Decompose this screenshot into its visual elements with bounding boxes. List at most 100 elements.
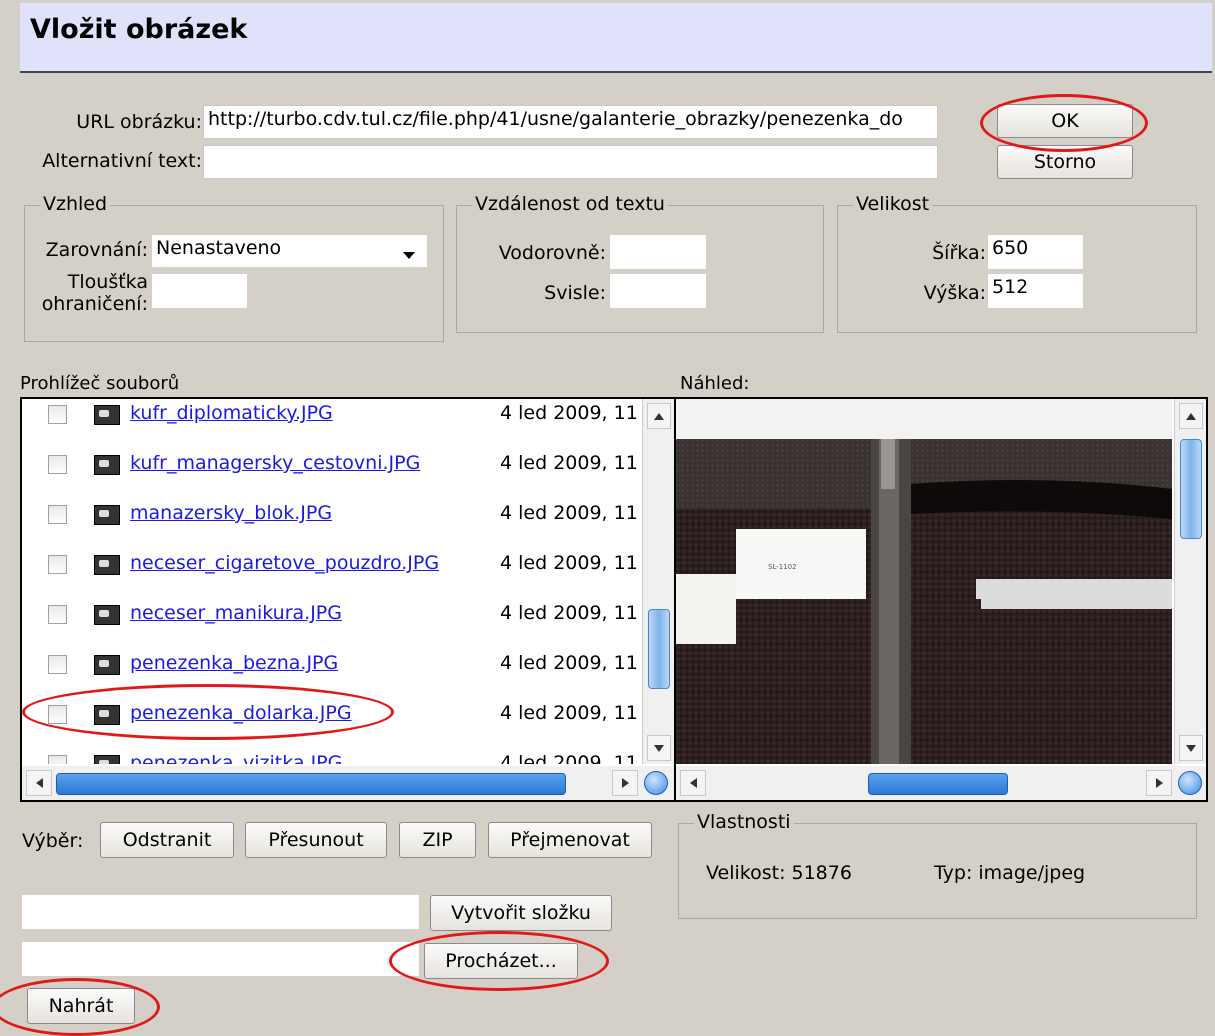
file-checkbox[interactable] (48, 655, 67, 674)
file-list-hscroll-thumb[interactable] (56, 773, 566, 795)
alt-text-input[interactable] (203, 145, 938, 179)
file-row[interactable]: kufr_managersky_cestovni.JPG 4 led 2009, … (22, 435, 642, 485)
image-file-icon (94, 605, 120, 625)
delete-button[interactable]: Odstranit (100, 822, 234, 858)
preview-horizontal-scrollbar[interactable] (676, 766, 1206, 800)
file-row[interactable]: penezenka_vizitka.JPG 4 led 2009, 11 (22, 735, 642, 764)
preview-label: Náhled: (680, 373, 750, 394)
image-file-icon (94, 505, 120, 525)
file-name-link[interactable]: neceser_manikura.JPG (130, 602, 342, 624)
border-thickness-label-line1: Tloušťka (67, 271, 148, 293)
file-size-text: Velikost: 51876 (706, 862, 852, 884)
preview-panel: SL-1102 (674, 397, 1208, 802)
file-name-link[interactable]: manazersky_blok.JPG (130, 502, 332, 524)
preview-scroll-left-arrow-icon[interactable] (680, 770, 706, 796)
properties-legend: Vlastnosti (694, 811, 794, 833)
height-label: Výška: (923, 282, 986, 304)
file-checkbox[interactable] (48, 755, 67, 764)
file-type-text: Typ: image/jpeg (934, 862, 1086, 884)
create-folder-button[interactable]: Vytvořit složku (430, 895, 612, 931)
file-browser-panel: kufr_diplomaticky.JPG 4 led 2009, 11 kufr_… (20, 397, 676, 802)
file-row[interactable]: manazersky_blok.JPG 4 led 2009, 11 (22, 485, 642, 535)
image-file-icon (94, 555, 120, 575)
width-input[interactable]: 650 (988, 235, 1083, 269)
file-row[interactable]: kufr_diplomaticky.JPG 4 led 2009, 11 (22, 399, 642, 435)
horizontal-spacing-input[interactable] (610, 235, 706, 269)
ok-button[interactable]: OK (997, 104, 1133, 138)
preview-scroll-up-arrow-icon[interactable] (1179, 403, 1203, 429)
upload-file-input[interactable] (22, 942, 419, 976)
file-name-link[interactable]: penezenka_dolarka.JPG (130, 702, 352, 724)
preview-hscroll-thumb[interactable] (868, 773, 1008, 795)
file-name-link[interactable]: kufr_managersky_cestovni.JPG (130, 452, 420, 474)
scroll-left-arrow-icon[interactable] (26, 770, 52, 796)
preview-vertical-scrollbar[interactable] (1174, 399, 1206, 764)
dialog-title: Vložit obrázek (30, 14, 248, 45)
file-name-link[interactable]: penezenka_vizitka.JPG (130, 752, 342, 764)
vertical-spacing-label: Svisle: (544, 282, 606, 304)
vertical-spacing-input[interactable] (610, 274, 706, 308)
border-thickness-label: Tloušťka ohraničení: (26, 271, 148, 315)
new-folder-input[interactable] (22, 895, 419, 929)
file-checkbox[interactable] (48, 455, 67, 474)
scroll-corner-icon (644, 771, 668, 795)
file-checkbox[interactable] (48, 605, 67, 624)
file-date: 4 led 2009, 11 (500, 402, 638, 424)
file-browser-label: Prohlížeč souborů (20, 373, 180, 394)
align-select[interactable]: Nenastaveno (152, 235, 427, 267)
file-name-link[interactable]: kufr_diplomaticky.JPG (130, 402, 333, 424)
file-row[interactable]: neceser_cigaretove_pouzdro.JPG 4 led 2009… (22, 535, 642, 585)
scroll-down-arrow-icon[interactable] (647, 735, 671, 761)
file-row[interactable]: penezenka_bezna.JPG 4 led 2009, 11 (22, 635, 642, 685)
url-input[interactable]: http://turbo.cdv.tul.cz/file.php/41/usne… (203, 105, 938, 139)
align-select-value: Nenastaveno (156, 237, 282, 259)
wallet-preview-image: SL-1102 (676, 399, 1172, 764)
file-list: kufr_diplomaticky.JPG 4 led 2009, 11 kufr_… (22, 399, 642, 764)
preview-scroll-down-arrow-icon[interactable] (1179, 735, 1203, 761)
border-thickness-input[interactable] (152, 274, 247, 308)
file-checkbox[interactable] (48, 555, 67, 574)
file-date: 4 led 2009, 11 (500, 502, 638, 524)
file-date: 4 led 2009, 11 (500, 752, 638, 764)
image-file-icon (94, 655, 120, 675)
selection-label: Výběr: (22, 830, 84, 852)
image-file-icon (94, 405, 120, 425)
border-thickness-label-line2: ohraničení: (41, 293, 148, 315)
move-button[interactable]: Přesunout (245, 822, 387, 858)
file-list-vertical-scrollbar[interactable] (642, 399, 674, 764)
image-file-icon (94, 755, 120, 764)
file-checkbox[interactable] (48, 505, 67, 524)
file-list-horizontal-scrollbar[interactable] (22, 766, 674, 800)
url-label: URL obrázku: (76, 111, 202, 133)
browse-button[interactable]: Procházet... (424, 943, 578, 979)
size-group (837, 205, 1197, 333)
align-label: Zarovnání: (45, 239, 148, 261)
preview-scroll-thumb[interactable] (1180, 439, 1202, 539)
file-row[interactable]: penezenka_dolarka.JPG 4 led 2009, 11 (22, 685, 642, 735)
appearance-legend: Vzhled (40, 193, 111, 215)
file-checkbox[interactable] (48, 705, 67, 724)
file-date: 4 led 2009, 11 (500, 702, 638, 724)
spacing-legend: Vzdálenost od textu (472, 193, 668, 215)
scroll-right-arrow-icon[interactable] (612, 770, 638, 796)
file-checkbox[interactable] (48, 405, 67, 424)
file-name-link[interactable]: neceser_cigaretove_pouzdro.JPG (130, 552, 439, 574)
image-file-icon (94, 455, 120, 475)
file-date: 4 led 2009, 11 (500, 552, 638, 574)
alt-text-label: Alternativní text: (42, 150, 202, 172)
chevron-down-icon[interactable] (403, 252, 415, 259)
scroll-up-arrow-icon[interactable] (647, 403, 671, 429)
rename-button[interactable]: Přejmenovat (488, 822, 652, 858)
file-date: 4 led 2009, 11 (500, 652, 638, 674)
zip-button[interactable]: ZIP (399, 822, 476, 858)
image-file-icon (94, 705, 120, 725)
height-input[interactable]: 512 (988, 274, 1083, 308)
file-row[interactable]: neceser_manikura.JPG 4 led 2009, 11 (22, 585, 642, 635)
size-legend: Velikost (853, 193, 933, 215)
file-name-link[interactable]: penezenka_bezna.JPG (130, 652, 338, 674)
file-list-scroll-thumb[interactable] (648, 609, 670, 689)
file-date: 4 led 2009, 11 (500, 452, 638, 474)
upload-button[interactable]: Nahrát (27, 988, 135, 1024)
preview-scroll-right-arrow-icon[interactable] (1146, 770, 1172, 796)
cancel-button[interactable]: Storno (997, 145, 1133, 179)
